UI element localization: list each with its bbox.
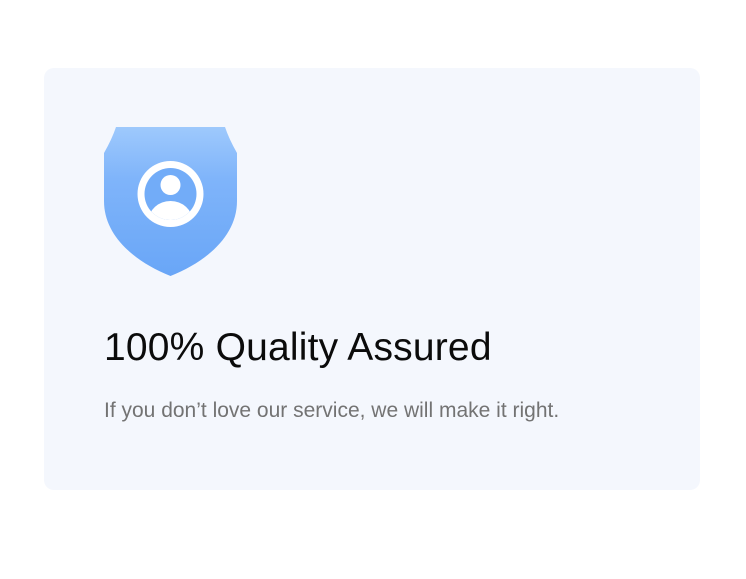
card-title: 100% Quality Assured	[104, 326, 492, 369]
card-subtitle: If you don’t love our service, we will m…	[104, 399, 560, 422]
feature-card: 100% Quality Assured If you don’t love o…	[44, 68, 700, 490]
shield-user-icon	[104, 127, 237, 276]
